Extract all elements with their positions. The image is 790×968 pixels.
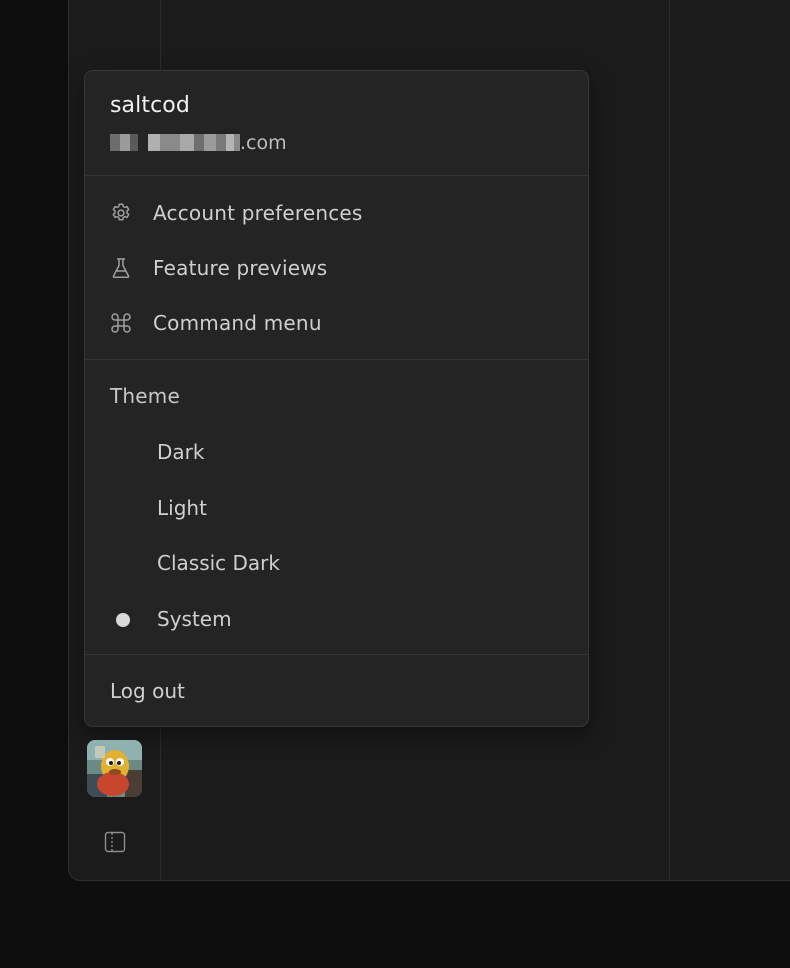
separator xyxy=(85,654,588,655)
flask-icon xyxy=(109,256,133,280)
email-domain: .com xyxy=(240,132,287,154)
theme-option-label: Light xyxy=(157,496,207,520)
gear-icon xyxy=(109,201,133,225)
separator xyxy=(85,359,588,360)
panel-divider xyxy=(669,0,670,881)
selected-radio-dot-icon xyxy=(116,613,130,627)
separator xyxy=(85,175,588,176)
menu-item-label: Account preferences xyxy=(153,201,363,225)
theme-option-light[interactable]: Light xyxy=(85,486,588,532)
theme-option-system[interactable]: System xyxy=(85,597,588,643)
menu-item-label: Feature previews xyxy=(153,256,328,280)
logout-button[interactable]: Log out xyxy=(110,679,185,703)
email-redacted-blur xyxy=(110,132,240,154)
user-dropdown-menu: saltcod .com Account preferences Feature… xyxy=(84,70,589,727)
user-name: saltcod xyxy=(110,93,190,118)
theme-option-classic-dark[interactable]: Classic Dark xyxy=(85,541,588,587)
theme-option-label: System xyxy=(157,607,232,631)
avatar[interactable] xyxy=(87,740,142,797)
theme-heading: Theme xyxy=(110,384,180,408)
user-email: .com xyxy=(110,132,287,154)
theme-option-dark[interactable]: Dark xyxy=(85,430,588,476)
menu-item-label: Command menu xyxy=(153,311,322,335)
menu-item-command-menu[interactable]: Command menu xyxy=(85,300,588,346)
panel-toggle-icon[interactable] xyxy=(103,830,127,854)
theme-option-label: Dark xyxy=(157,440,205,464)
menu-item-account-preferences[interactable]: Account preferences xyxy=(85,190,588,236)
command-icon xyxy=(109,311,133,335)
menu-item-feature-previews[interactable]: Feature previews xyxy=(85,245,588,291)
theme-option-label: Classic Dark xyxy=(157,551,280,575)
